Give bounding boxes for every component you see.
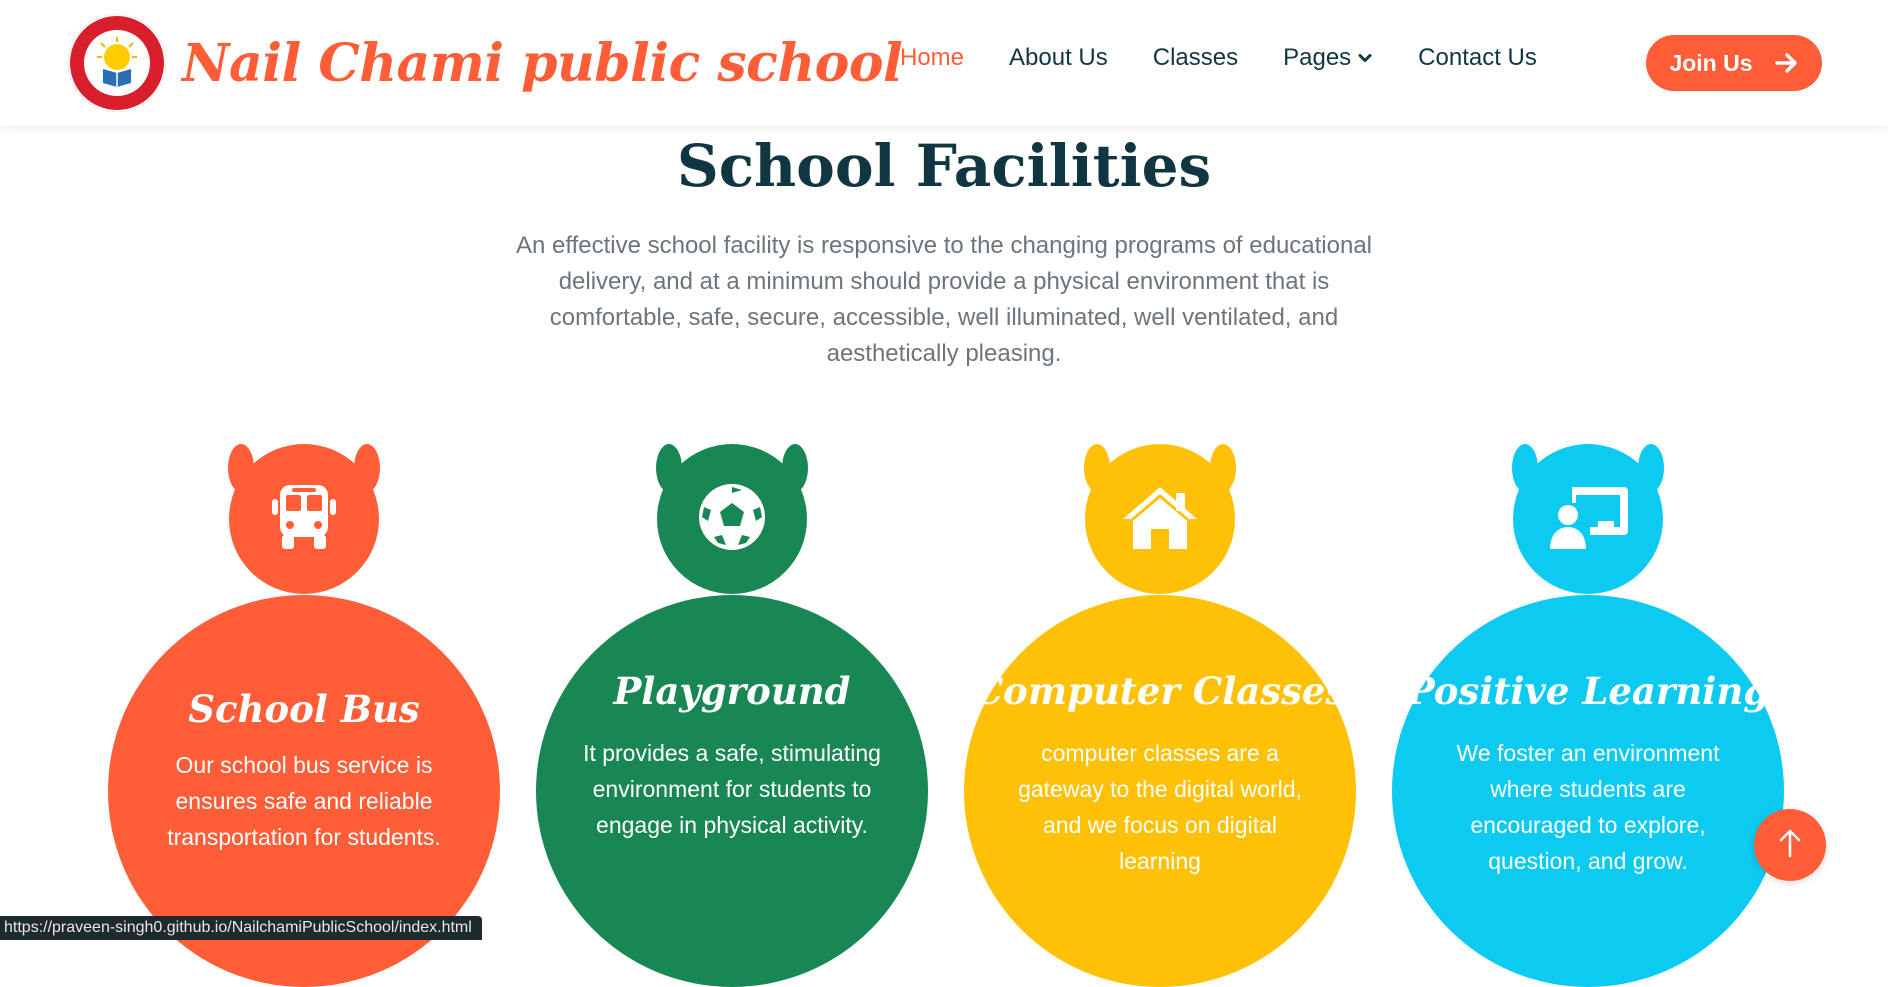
facility-text: Our school bus service is ensures safe a…: [167, 752, 441, 850]
facility-card-playground: Playground It provides a safe, stimulati…: [536, 444, 928, 987]
facility-card-school-bus: School Bus Our school bus service is ens…: [108, 444, 500, 987]
facility-body: Playground It provides a safe, stimulati…: [536, 595, 928, 987]
chalkboard-teacher-icon: [1546, 481, 1630, 558]
facility-body: Positive Learning We foster an environme…: [1392, 595, 1784, 987]
nav-item-pages[interactable]: Pages: [1283, 44, 1373, 72]
main-nav: Home About Us Classes Pages Contact Us: [900, 44, 1582, 72]
facility-title: Computer Classes: [973, 669, 1347, 713]
chevron-down-icon: [1357, 50, 1373, 66]
facility-body: Computer Classes computer classes are a …: [964, 595, 1356, 987]
section-title: School Facilities: [676, 132, 1212, 200]
bus-icon: [268, 481, 340, 558]
nav-item-classes[interactable]: Classes: [1153, 44, 1238, 72]
arrow-up-icon: [1779, 828, 1801, 863]
facility-text: It provides a safe, stimulating environm…: [583, 740, 881, 838]
section-description: An effective school facility is responsi…: [515, 232, 1373, 367]
facility-text: We foster an environment where students …: [1456, 740, 1720, 874]
nav-item-contact-us[interactable]: Contact Us: [1418, 44, 1537, 72]
facility-icon-circle: [1085, 444, 1235, 594]
home-icon: [1119, 481, 1201, 558]
football-icon: [696, 481, 768, 558]
facility-title: Positive Learning: [1406, 669, 1770, 713]
facility-icon-circle: [1513, 444, 1663, 594]
brand-link[interactable]: Nail Chami public school: [68, 14, 903, 112]
facility-card-positive-learning: Positive Learning We foster an environme…: [1392, 444, 1784, 987]
facility-title: School Bus: [188, 687, 420, 731]
school-logo: [68, 14, 166, 112]
join-us-label: Join Us: [1669, 49, 1753, 76]
browser-status-url: https://praveen-singh0.github.io/Nailcha…: [0, 916, 482, 940]
back-to-top-button[interactable]: [1754, 809, 1826, 881]
nav-item-pages-label: Pages: [1283, 44, 1352, 71]
brand-name: Nail Chami public school: [182, 32, 903, 94]
nav-item-home[interactable]: Home: [900, 44, 964, 72]
facility-card-computer-classes: Computer Classes computer classes are a …: [964, 444, 1356, 987]
navbar: Nail Chami public school Home About Us C…: [0, 0, 1888, 126]
join-us-button[interactable]: Join Us: [1646, 35, 1822, 91]
facility-title: Playground: [613, 669, 851, 713]
arrow-right-icon: [1774, 52, 1799, 74]
facility-icon-circle: [657, 444, 807, 594]
nav-item-about-us[interactable]: About Us: [1009, 44, 1108, 72]
facility-text: computer classes are a gateway to the di…: [1018, 740, 1302, 874]
facility-icon-circle: [229, 444, 379, 594]
